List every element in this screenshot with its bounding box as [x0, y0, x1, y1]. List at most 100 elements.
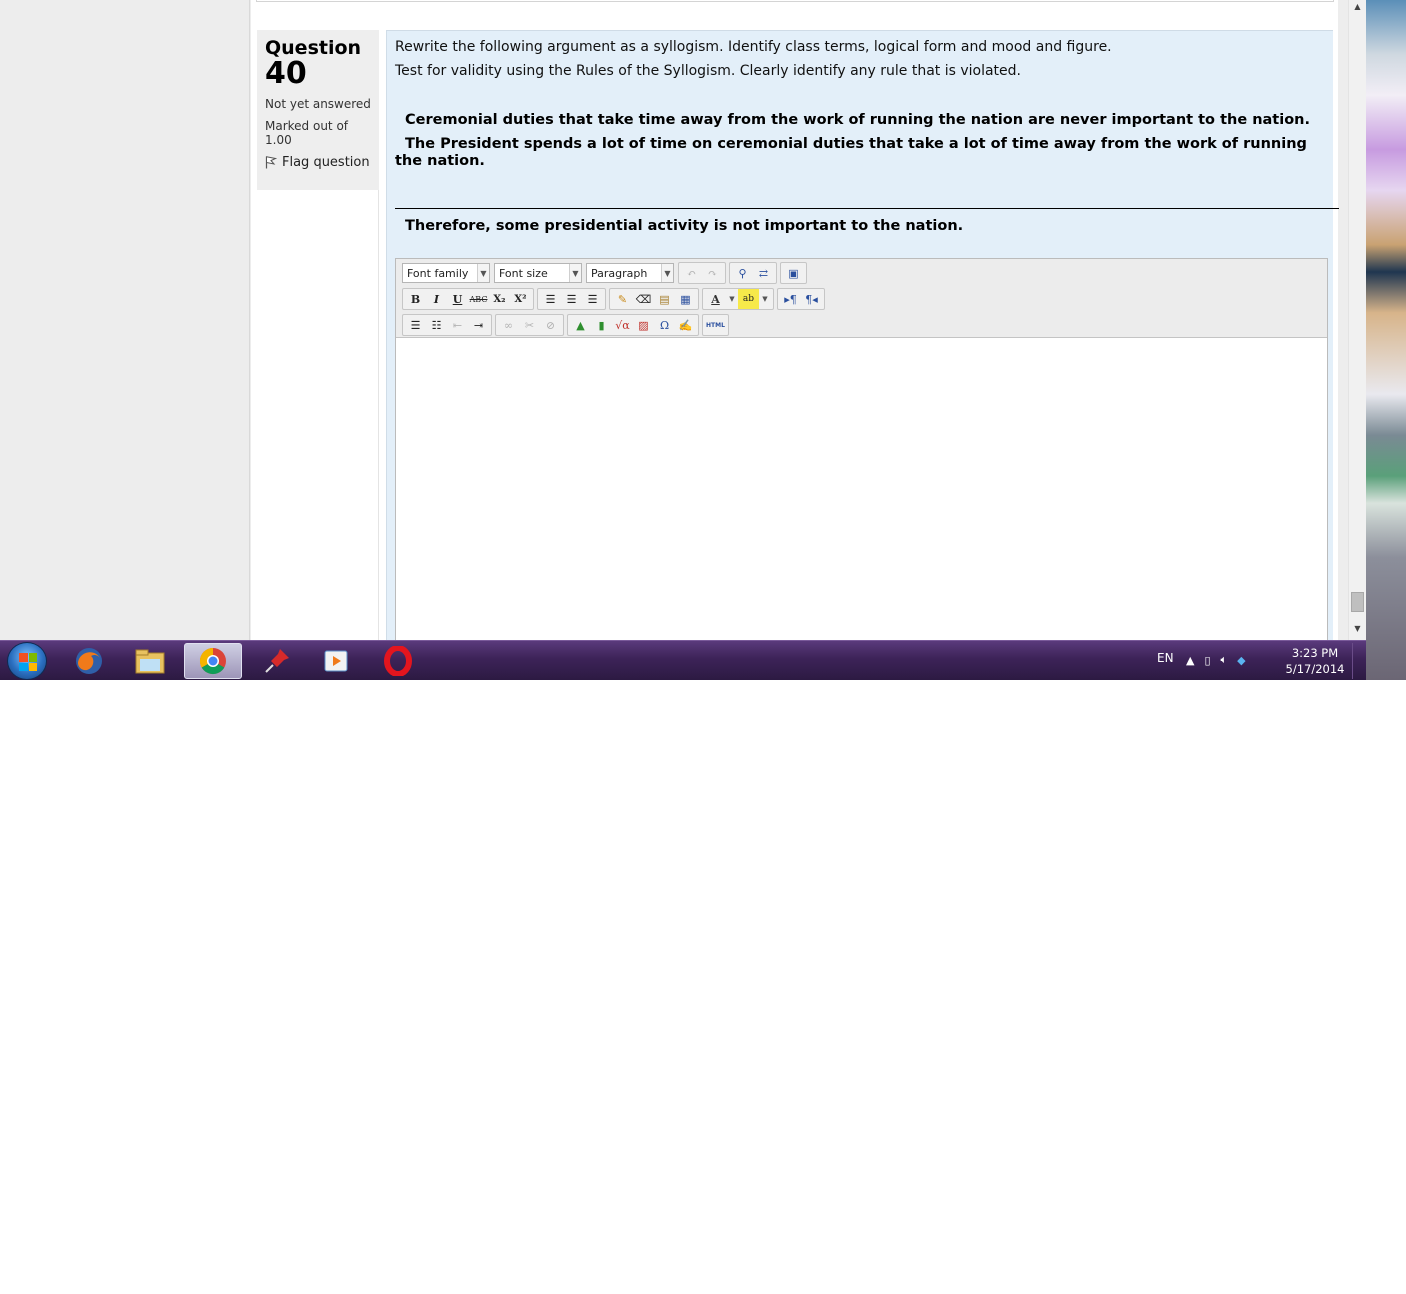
- outdent-icon[interactable]: ⇤: [447, 315, 468, 335]
- conclusion: Therefore, some presidential activity is…: [405, 218, 964, 234]
- dragmath-icon[interactable]: ▨: [633, 315, 654, 335]
- previous-question-box: [256, 0, 1334, 2]
- align-group: ☰ ☰ ☰: [537, 288, 606, 310]
- language-indicator[interactable]: EN: [1157, 651, 1174, 665]
- answer-editor: Font family ▼ Font size ▼ Paragraph ▼ ↶ …: [395, 258, 1328, 648]
- question-number: 40: [265, 56, 307, 91]
- start-button[interactable]: [7, 642, 47, 680]
- firefox-icon: [76, 648, 102, 674]
- taskbar-clock[interactable]: 3:23 PM 5/17/2014: [1282, 645, 1348, 677]
- editor-toolbar: Font family ▼ Font size ▼ Paragraph ▼ ↶ …: [396, 259, 1327, 338]
- font-family-select[interactable]: Font family ▼: [402, 263, 490, 283]
- font-size-select[interactable]: Font size ▼: [494, 263, 582, 283]
- cleanup-icon[interactable]: ✎: [612, 289, 633, 309]
- format-value: Paragraph: [591, 266, 648, 280]
- answer-text-area[interactable]: [396, 338, 1327, 648]
- clock-time: 3:23 PM: [1291, 646, 1339, 660]
- battery-icon[interactable]: ▯: [1204, 654, 1210, 667]
- chevron-down-icon[interactable]: ▼: [726, 289, 738, 309]
- chevron-down-icon: ▼: [569, 264, 581, 282]
- bullet-list-icon[interactable]: ☰: [405, 315, 426, 335]
- numbered-list-icon[interactable]: ☷: [426, 315, 447, 335]
- question-content: Rewrite the following argument as a syll…: [386, 30, 1339, 648]
- scroll-thumb[interactable]: [1351, 592, 1364, 612]
- align-right-icon[interactable]: ☰: [582, 289, 603, 309]
- left-margin: [0, 0, 250, 640]
- chrome-taskbar-button[interactable]: [184, 643, 242, 679]
- link-group: ∞ ✂ ⊘: [495, 314, 564, 336]
- highlight-color-icon[interactable]: ab: [738, 289, 759, 309]
- superscript-button[interactable]: X²: [510, 289, 531, 309]
- equation-icon[interactable]: √α: [612, 315, 633, 335]
- nolink-icon[interactable]: ⊘: [540, 315, 561, 335]
- strikethrough-button[interactable]: ABC: [468, 289, 489, 309]
- prompt-line-1: Rewrite the following argument as a syll…: [395, 39, 1112, 55]
- opera-taskbar-button[interactable]: [371, 643, 425, 679]
- pushpin-icon: [265, 649, 289, 673]
- page-scrollbar[interactable]: ▲ ▼: [1348, 0, 1366, 640]
- media-player-icon: [324, 650, 348, 672]
- folder-icon: [135, 649, 165, 674]
- font-size-value: Font size: [499, 266, 548, 280]
- find-icon[interactable]: ⚲: [732, 263, 753, 283]
- dropbox-icon[interactable]: ◆: [1237, 654, 1245, 667]
- explorer-taskbar-button[interactable]: [123, 643, 177, 679]
- volume-icon[interactable]: 🔈︎: [1221, 653, 1228, 667]
- replace-icon[interactable]: ⇄: [753, 263, 774, 283]
- list-group: ☰ ☷ ⇤ ⇥: [402, 314, 492, 336]
- flag-icon: [265, 156, 277, 169]
- quiz-page: Question 40 Not yet answered Marked out …: [251, 0, 1339, 648]
- media-icon[interactable]: ▮: [591, 315, 612, 335]
- align-left-icon[interactable]: ☰: [540, 289, 561, 309]
- chevron-down-icon[interactable]: ▼: [759, 289, 771, 309]
- show-hidden-icons-icon[interactable]: ▲: [1186, 654, 1194, 667]
- link-icon[interactable]: ∞: [498, 315, 519, 335]
- html-source-button[interactable]: HTML: [705, 315, 726, 335]
- format-select[interactable]: Paragraph ▼: [586, 263, 674, 283]
- image-icon[interactable]: ▲: [570, 315, 591, 335]
- italic-button[interactable]: I: [426, 289, 447, 309]
- font-family-value: Font family: [407, 266, 469, 280]
- special-char-button[interactable]: Ω: [654, 315, 675, 335]
- paste-text-icon[interactable]: ▤: [654, 289, 675, 309]
- eraser-icon[interactable]: ⌫: [633, 289, 654, 309]
- conclusion-divider: [395, 208, 1339, 209]
- color-group: A ▼ ab ▼: [702, 288, 774, 310]
- windows-taskbar: EN ▲ ▯ 🔈︎ ◆ 3:23 PM 5/17/2014: [0, 640, 1366, 680]
- underline-button[interactable]: U: [447, 289, 468, 309]
- search-group: ⚲ ⇄: [729, 262, 777, 284]
- indent-icon[interactable]: ⇥: [468, 315, 489, 335]
- firefox-taskbar-button[interactable]: [62, 643, 116, 679]
- question-info: Question 40 Not yet answered Marked out …: [257, 30, 379, 190]
- scroll-down-icon[interactable]: ▼: [1349, 622, 1366, 636]
- subscript-button[interactable]: X₂: [489, 289, 510, 309]
- clipboard-group: ✎ ⌫ ▤ ▦: [609, 288, 699, 310]
- unlink-icon[interactable]: ✂: [519, 315, 540, 335]
- fullscreen-group: ▣: [780, 262, 807, 284]
- flag-question-link[interactable]: Flag question: [265, 155, 371, 170]
- redo-icon[interactable]: ↷: [702, 263, 723, 283]
- premise-1: Ceremonial duties that take time away fr…: [405, 112, 1311, 128]
- clock-date: 5/17/2014: [1285, 662, 1345, 676]
- ltr-icon[interactable]: ▸¶: [780, 289, 801, 309]
- html-group: HTML: [702, 314, 729, 336]
- opera-icon: [384, 646, 412, 676]
- history-group: ↶ ↷: [678, 262, 726, 284]
- paste-word-icon[interactable]: ▦: [675, 289, 696, 309]
- prompt-line-2: Test for validity using the Rules of the…: [395, 63, 1022, 79]
- align-center-icon[interactable]: ☰: [561, 289, 582, 309]
- show-desktop-button[interactable]: [1352, 643, 1365, 679]
- rtl-icon[interactable]: ¶◂: [801, 289, 822, 309]
- direction-group: ▸¶ ¶◂: [777, 288, 825, 310]
- media-player-taskbar-button[interactable]: [309, 643, 363, 679]
- chevron-down-icon: ▼: [477, 264, 489, 282]
- scroll-up-icon[interactable]: ▲: [1349, 0, 1366, 14]
- windows-logo-icon: [19, 653, 37, 671]
- font-color-icon[interactable]: A: [705, 289, 726, 309]
- bold-button[interactable]: B: [405, 289, 426, 309]
- pin-app-taskbar-button[interactable]: [250, 643, 304, 679]
- flag-question-label: Flag question: [282, 155, 370, 170]
- undo-icon[interactable]: ↶: [681, 263, 702, 283]
- spellcheck-icon[interactable]: ✍: [675, 315, 696, 335]
- fullscreen-icon[interactable]: ▣: [783, 263, 804, 283]
